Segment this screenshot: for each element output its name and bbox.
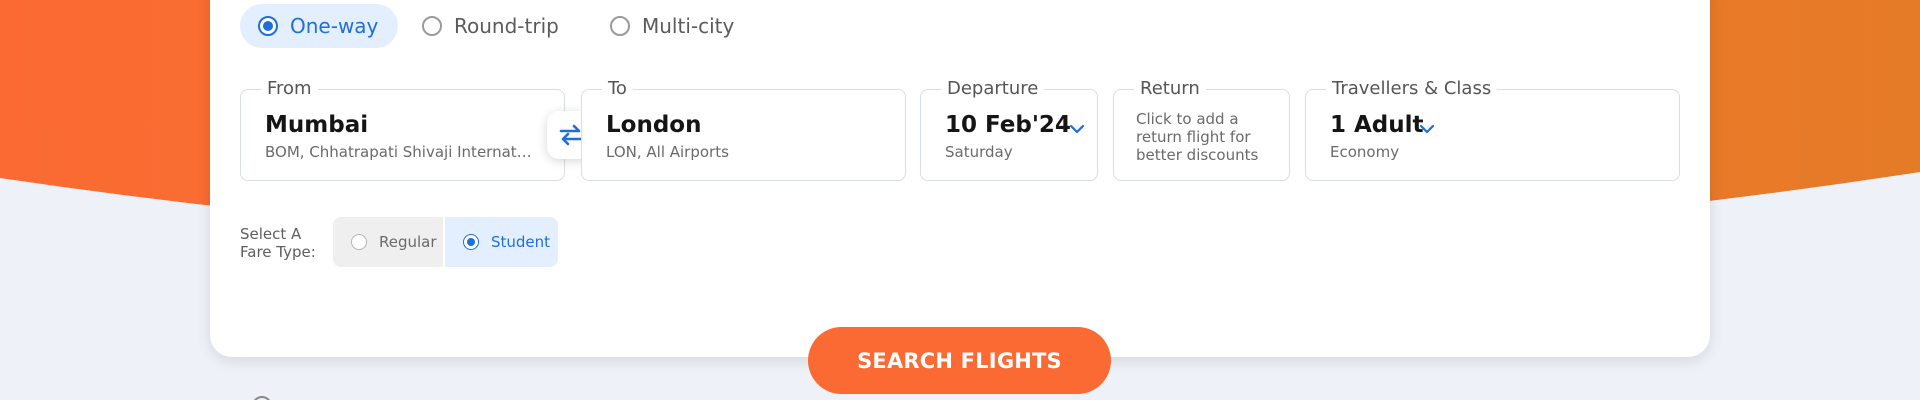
fare-type-selector: Regular Student [333, 217, 558, 267]
trip-type-round-trip[interactable]: Round-trip [404, 4, 579, 48]
travellers-class-field[interactable]: Travellers & Class 1 Adult Economy [1305, 77, 1680, 181]
chevron-down-icon [1069, 124, 1085, 134]
to-label: To [602, 77, 633, 101]
return-field[interactable]: Return Click to add a return flight for … [1113, 77, 1290, 181]
return-label: Return [1134, 77, 1206, 101]
fare-option-label: Regular [379, 233, 437, 251]
cabin-class: Economy [1330, 143, 1400, 161]
radio-icon [422, 16, 442, 36]
radio-icon [351, 234, 367, 250]
travellers-label: Travellers & Class [1326, 77, 1498, 101]
return-hint: Click to add a return flight for better … [1136, 110, 1259, 164]
radio-icon [610, 16, 630, 36]
radio-selected-icon [258, 16, 278, 36]
fare-option-label: Student [491, 233, 551, 251]
fare-option-student[interactable]: Student [443, 217, 558, 267]
trip-type-label: Multi-city [642, 14, 735, 38]
to-field[interactable]: To London LON, All Airports [581, 77, 906, 181]
search-flights-button[interactable]: SEARCH FLIGHTS [808, 327, 1111, 394]
departure-field[interactable]: Departure 10 Feb'24 Saturday [920, 77, 1098, 181]
to-city: London [606, 112, 702, 138]
departure-date: 10 Feb'24 [945, 112, 1071, 138]
trip-type-label: One-way [290, 14, 379, 38]
from-airport-detail: BOM, Chhatrapati Shivaji Internatio... [265, 143, 535, 161]
trip-type-one-way[interactable]: One-way [240, 4, 399, 48]
flight-search-card: One-way Round-trip Multi-city From Mumba… [210, 0, 1710, 357]
from-field[interactable]: From Mumbai BOM, Chhatrapati Shivaji Int… [240, 77, 565, 181]
fare-type-label: Select A Fare Type: [240, 225, 316, 261]
trip-type-label: Round-trip [454, 14, 559, 38]
traveller-count: 1 Adult [1330, 112, 1424, 138]
from-label: From [261, 77, 318, 101]
fare-option-regular[interactable]: Regular [333, 217, 443, 267]
from-city: Mumbai [265, 112, 369, 138]
to-airport-detail: LON, All Airports [606, 143, 729, 161]
radio-selected-icon [463, 234, 479, 250]
trip-type-multi-city[interactable]: Multi-city [592, 4, 754, 48]
departure-day: Saturday [945, 143, 1013, 161]
departure-label: Departure [941, 77, 1045, 101]
chevron-down-icon [1419, 124, 1435, 134]
